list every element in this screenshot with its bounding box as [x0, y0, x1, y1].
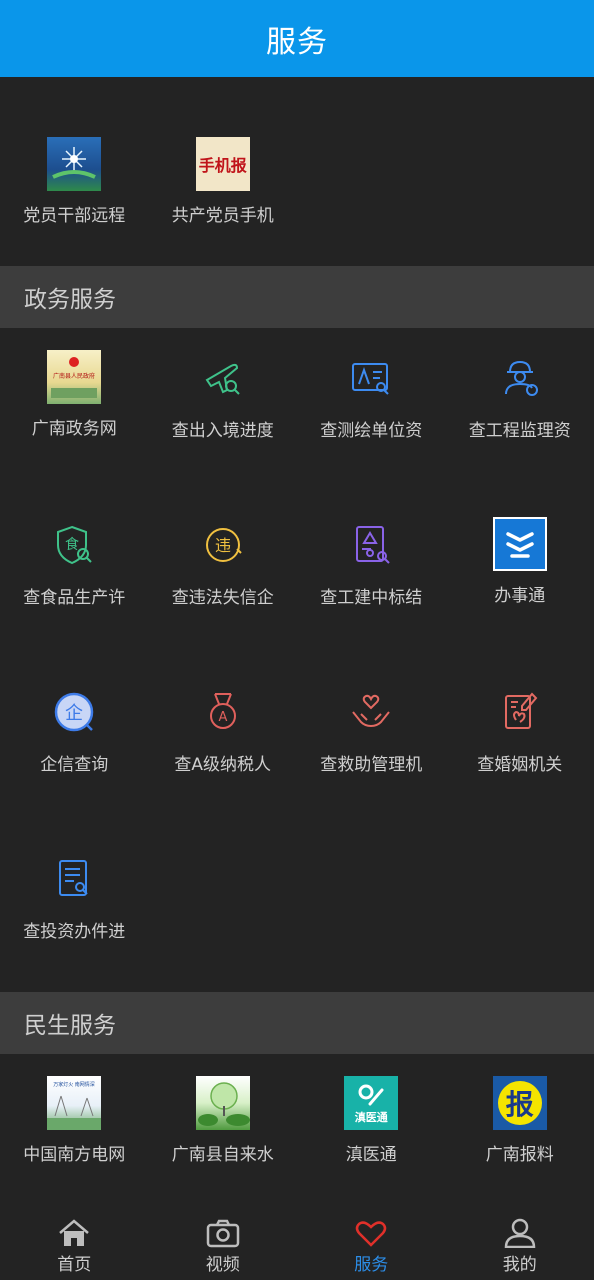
bottom-tab-bar: 首页 视频 服务 我的 [0, 1206, 594, 1280]
gov-services-grid: 广南县人民政府 广南政务网 查出入境进度 查测绘单位资 查工程监理资 食 查食品… [0, 328, 594, 1018]
food-shield-icon: 食 [46, 517, 102, 573]
medal-a-icon: A [195, 684, 251, 740]
service-tile-water-supply[interactable]: 广南县自来水 [149, 1076, 298, 1165]
service-tile-a-taxpayer[interactable]: A 查A级纳税人 [149, 684, 298, 851]
app-tile-party-member-mobile[interactable]: 手机报 共产党员手机 [149, 137, 298, 266]
service-tile-dishonest-enterprise[interactable]: 违 查违法失信企 [149, 517, 298, 684]
svg-text:企: 企 [65, 703, 83, 724]
tab-mine[interactable]: 我的 [446, 1206, 594, 1280]
investment-document-icon [46, 851, 102, 907]
livelihood-services-grid: 万家灯火 南网情深 中国南方电网 广南县自来水 滇医通 滇医通 报 广南报料 [0, 1054, 594, 1165]
airplane-search-icon [195, 350, 251, 406]
service-label: 中国南方电网 [23, 1145, 126, 1165]
app-tile-party-cadre-remote[interactable]: 党员干部远程 [0, 137, 149, 266]
tab-label: 我的 [502, 1255, 537, 1275]
service-label: 查投资办件进 [23, 922, 126, 942]
svg-text:违: 违 [215, 536, 231, 555]
app-label: 共产党员手机 [171, 206, 274, 226]
service-label: 广南政务网 [31, 419, 117, 439]
service-tile-supervision-qualification[interactable]: 查工程监理资 [446, 350, 594, 517]
camera-icon [206, 1219, 239, 1248]
power-grid-logo-icon: 万家灯火 南网情深 [47, 1076, 102, 1130]
service-tile-investment-progress[interactable]: 查投资办件进 [0, 851, 149, 1018]
svg-text:A: A [218, 710, 227, 725]
tab-video[interactable]: 视频 [149, 1206, 298, 1280]
gov-portal-logo-icon: 广南县人民政府 [47, 350, 102, 404]
service-label: 查食品生产许 [23, 588, 126, 608]
service-label: 广南报料 [485, 1145, 554, 1165]
service-tile-guangnan-tip[interactable]: 报 广南报料 [446, 1076, 594, 1165]
home-icon [59, 1219, 90, 1246]
water-service-logo-icon [195, 1076, 250, 1130]
service-label: 广南县自来水 [171, 1145, 274, 1165]
service-tile-dianyitong[interactable]: 滇医通 滇医通 [297, 1076, 446, 1165]
section-title-gov-services: 政务服务 [0, 266, 594, 328]
bid-document-icon [343, 517, 399, 573]
service-tile-relief-agency[interactable]: 查救助管理机 [297, 684, 446, 851]
service-tile-marriage-office[interactable]: 查婚姻机关 [446, 684, 594, 851]
tab-label: 服务 [354, 1255, 389, 1275]
mobile-news-logo-icon: 手机报 [195, 137, 250, 191]
banshitong-logo-icon [492, 517, 547, 571]
service-tile-enterprise-credit[interactable]: 企 企信查询 [0, 684, 149, 851]
enterprise-house-icon: 企 [46, 684, 102, 740]
service-tile-banshitong[interactable]: 办事通 [446, 517, 594, 684]
service-label: 办事通 [494, 586, 546, 606]
page-title: 服务 [266, 24, 328, 60]
service-tile-southern-grid[interactable]: 万家灯火 南网情深 中国南方电网 [0, 1076, 149, 1165]
service-label: 查出入境进度 [171, 421, 274, 441]
service-tile-bid-result[interactable]: 查工建中标结 [297, 517, 446, 684]
news-tip-logo-icon: 报 [492, 1076, 547, 1130]
tab-label: 视频 [205, 1255, 240, 1275]
marriage-certificate-icon [492, 684, 548, 740]
page-header: 服务 [0, 0, 594, 77]
dianyitong-logo-icon: 滇医通 [344, 1076, 399, 1130]
person-icon [504, 1218, 536, 1248]
service-label: 查A级纳税人 [174, 755, 272, 775]
service-tile-exit-entry[interactable]: 查出入境进度 [149, 350, 298, 517]
service-tile-food-license[interactable]: 食 查食品生产许 [0, 517, 149, 684]
starburst-logo-icon [47, 137, 102, 191]
service-tile-survey-qualification[interactable]: 查测绘单位资 [297, 350, 446, 517]
heart-icon [356, 1221, 387, 1247]
tab-services[interactable]: 服务 [297, 1206, 446, 1280]
tab-home[interactable]: 首页 [0, 1206, 149, 1280]
top-apps-grid: 党员干部远程 手机报 共产党员手机 [0, 77, 594, 266]
service-label: 查工程监理资 [468, 421, 571, 441]
survey-document-icon [343, 350, 399, 406]
service-label: 查婚姻机关 [477, 755, 563, 775]
service-label: 查违法失信企 [171, 588, 274, 608]
helping-hands-heart-icon [343, 684, 399, 740]
service-label: 企信查询 [40, 755, 109, 775]
violation-badge-icon: 违 [195, 517, 251, 573]
service-label: 滇医通 [345, 1145, 397, 1165]
service-label: 查救助管理机 [320, 755, 423, 775]
svg-text:食: 食 [65, 536, 79, 553]
service-label: 查工建中标结 [320, 588, 423, 608]
engineer-helmet-icon [492, 350, 548, 406]
svg-text:广南县人民政府: 广南县人民政府 [53, 372, 95, 380]
service-label: 查测绘单位资 [320, 421, 423, 441]
services-content: 党员干部远程 手机报 共产党员手机 政务服务 广南县人民政府 广南政务网 查出入… [0, 77, 594, 1206]
svg-text:万家灯火 南网情深: 万家灯火 南网情深 [53, 1081, 95, 1088]
app-label: 党员干部远程 [23, 206, 126, 226]
tab-label: 首页 [57, 1255, 92, 1275]
service-tile-guangnan-gov[interactable]: 广南县人民政府 广南政务网 [0, 350, 149, 517]
